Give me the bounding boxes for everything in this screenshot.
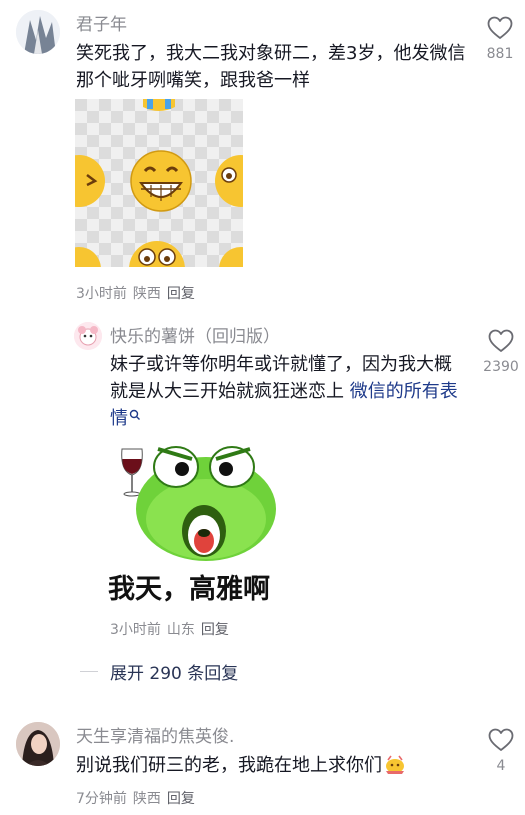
expand-replies-button[interactable]: 展开 290 条回复 bbox=[110, 659, 238, 684]
comment-sticker[interactable] bbox=[75, 99, 243, 267]
heart-icon bbox=[487, 16, 513, 39]
comment-username[interactable]: 天生享清福的焦英俊. bbox=[76, 722, 234, 747]
expand-replies-divider bbox=[80, 671, 98, 672]
comment-text: 别说我们研三的老，我跪在地上求你们 bbox=[76, 752, 476, 779]
like-button[interactable]: 4 bbox=[479, 728, 523, 774]
like-count: 4 bbox=[496, 758, 506, 774]
avatar[interactable] bbox=[16, 10, 60, 54]
reply-meta: 3小时前 山东 回复 bbox=[110, 619, 235, 639]
avatar[interactable] bbox=[16, 722, 60, 766]
avatar[interactable] bbox=[74, 322, 102, 350]
reply-button[interactable]: 回复 bbox=[167, 791, 195, 807]
like-count: 2390 bbox=[483, 359, 519, 375]
like-button[interactable]: 2390 bbox=[479, 329, 523, 375]
comment-time: 3小时前 bbox=[76, 286, 127, 302]
reply-sticker[interactable]: 我天，高雅啊 bbox=[108, 435, 280, 605]
kneeling-emoji-icon bbox=[386, 755, 404, 774]
comment-text-body: 别说我们研三的老，我跪在地上求你们 bbox=[76, 755, 382, 776]
reply-button[interactable]: 回复 bbox=[167, 286, 195, 302]
like-count: 881 bbox=[486, 46, 514, 62]
heart-icon bbox=[488, 329, 514, 352]
reply-button[interactable]: 回复 bbox=[201, 622, 229, 638]
comment-time: 7分钟前 bbox=[76, 791, 127, 807]
reply-text: 妹子或许等你明年或许就懂了，因为我大概就是从大三开始就疯狂迷恋上 微信的所有表情 bbox=[110, 351, 460, 432]
heart-icon bbox=[488, 728, 514, 751]
comment-location: 陕西 bbox=[132, 791, 161, 807]
reply-time: 3小时前 bbox=[110, 622, 161, 638]
like-button[interactable]: 881 bbox=[478, 16, 522, 62]
comment-meta: 7分钟前 陕西 回复 bbox=[76, 788, 201, 808]
search-icon bbox=[129, 409, 140, 420]
comment-location: 陕西 bbox=[132, 286, 161, 302]
reply-location: 山东 bbox=[166, 622, 195, 638]
reply-username[interactable]: 快乐的薯饼（回归版） bbox=[110, 322, 280, 347]
comment-text: 笑死我了，我大二我对象研二，差3岁，他发微信那个呲牙咧嘴笑，跟我爸一样 bbox=[76, 43, 466, 91]
sticker-caption: 我天，高雅啊 bbox=[108, 574, 270, 605]
comment-meta: 3小时前 陕西 回复 bbox=[76, 283, 201, 303]
comment-username[interactable]: 君子年 bbox=[76, 10, 127, 35]
